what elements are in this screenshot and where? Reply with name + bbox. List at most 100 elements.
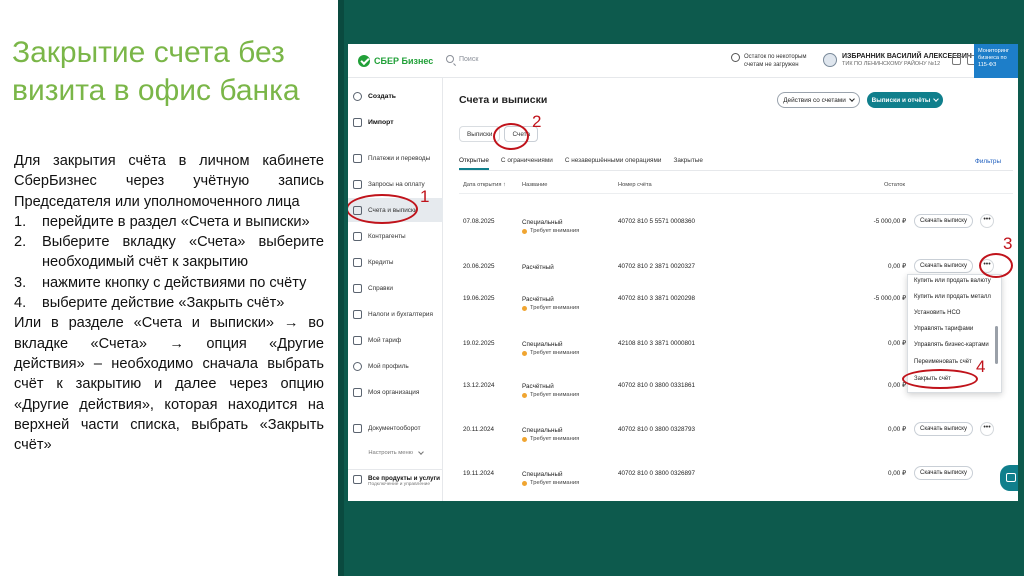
account-actions-label: Действия со счетами [783,96,846,104]
annotation-ring-1 [348,194,418,224]
sidebar-item-tariff[interactable]: Мой тариф [348,328,443,352]
page-title: Счета и выписки [459,94,548,106]
table-row[interactable]: 19.11.2024 Специальный Требует внимания 4… [459,466,1013,500]
sidebar-create[interactable]: Создать [348,84,443,108]
more-actions-button[interactable]: ••• [980,214,994,228]
warning-dot-icon [522,351,527,356]
top-bar: СБЕР Бизнес Поиск Остаток по некоторым с… [348,44,1018,78]
band-divider [338,0,344,576]
sidebar-item-organization[interactable]: Моя организация [348,380,443,404]
table-row[interactable]: 20.11.2024 Специальный Требует внимания 4… [459,422,1013,456]
download-statement-button[interactable]: Скачать выписку [914,259,973,273]
plus-icon [353,91,362,101]
sidebar-item-label: Кредиты [368,258,394,266]
user-icon[interactable] [952,55,961,65]
more-actions-button[interactable]: ••• [980,422,994,436]
chevron-down-icon [933,95,940,102]
filter-restricted[interactable]: С ограничениями [501,157,553,170]
column-name: Название [522,182,548,188]
step-number: 4. [14,295,27,312]
row-date: 19.02.2025 [463,340,495,347]
user-switcher[interactable]: ИЗБРАННИК ВАСИЛИЙ АЛЕКСЕЕВИЧ ТИК ПО ЛЕНИ… [823,52,972,68]
table-row[interactable]: 07.08.2025 Специальный Требует внимания 4… [459,214,1013,248]
all-products-link[interactable]: Все продукты и услуги Подключение и упра… [348,469,443,501]
filter-closed[interactable]: Закрытые [673,157,702,170]
balance-warning: Остаток по некоторым счетам не загружен [731,53,817,69]
account-actions-button[interactable]: Действия со счетами [777,92,860,108]
row-name-cell: Расчётный Требует внимания [522,295,579,313]
credit-icon [353,257,362,267]
status-text: Требует внимания [530,392,580,398]
column-date[interactable]: Дата открытия ↑ [463,182,506,188]
document-flow-icon [353,423,362,433]
warning-dot-icon [522,306,527,311]
search-input[interactable]: Поиск [446,55,478,63]
import-icon [353,117,362,127]
menu-item-set-nso[interactable]: Установить НСО [914,310,960,316]
sidebar-item-label: Запросы на оплату [368,180,425,188]
sber-logo-icon [358,55,370,67]
sidebar-item-counterparties[interactable]: Контрагенты [348,224,443,248]
row-account: 40702 810 3 3871 0020298 [618,295,696,302]
row-name: Специальный [522,341,563,348]
annotation-number-2: 2 [532,112,542,131]
status-text: Требует внимания [530,480,580,486]
customize-menu-link[interactable]: Настроить меню [348,449,443,456]
chat-button[interactable] [1000,465,1018,491]
customize-menu-label: Настроить меню [368,450,414,456]
status-text: Требует внимания [530,436,580,442]
row-name-cell: Расчётный Требует внимания [522,382,579,400]
download-statement-button[interactable]: Скачать выписку [914,214,973,228]
step-3: 3. нажмите кнопку с действиями по счёту [14,273,324,293]
sber-logo[interactable]: СБЕР Бизнес [358,55,433,67]
filter-pending-operations[interactable]: С незавершёнными операциями [565,157,662,170]
instructions-intro: Для закрытия счёта в личном кабинете Сбе… [14,153,324,210]
statements-reports-button[interactable]: Выписки и отчёты [867,92,943,108]
sidebar-item-payments[interactable]: Платежи и переводы [348,146,443,170]
download-statement-button[interactable]: Скачать выписку [914,422,973,436]
status-badge: Требует внимания [522,479,579,488]
organization-emblem-icon [823,53,837,67]
sidebar-item-certificates[interactable]: Справки [348,276,443,300]
row-balance: 0,00 ₽ [887,263,906,270]
menu-item-buy-sell-metal[interactable]: Купить или продать металл [914,294,991,300]
sidebar-item-document-flow[interactable]: Документооборот [348,416,443,440]
sidebar-item-taxes[interactable]: Налоги и бухгалтерия [348,302,443,326]
menu-item-manage-business-cards[interactable]: Управлять бизнес-картами [914,342,989,348]
row-date: 13.12.2024 [463,382,495,389]
promo-banner[interactable]: Мониторинг бизнеса по 115-ФЗ [974,44,1018,78]
all-products-subtitle: Подключение и управление [368,482,430,487]
sidebar-item-label: Платежи и переводы [368,154,431,162]
sidebar-item-label: Моя организация [368,388,420,396]
sidebar-item-profile[interactable]: Мой профиль [348,354,443,378]
filter-open[interactable]: Открытые [459,157,489,170]
row-balance: -5 000,00 ₽ [873,295,906,302]
payments-icon [353,153,362,163]
menu-item-buy-sell-currency[interactable]: Купить или продать валюту [914,278,991,284]
menu-item-rename-account[interactable]: Переименовать счёт [914,359,972,365]
download-statement-button[interactable]: Скачать выписку [914,466,973,480]
status-badge: Требует внимания [522,349,579,358]
sidebar-item-label: Мой тариф [368,336,402,344]
row-balance: 0,00 ₽ [887,470,906,477]
annotation-number-3: 3 [1003,234,1013,253]
sidebar-item-label: Документооборот [368,424,421,432]
filters-link[interactable]: Фильтры [975,158,1001,165]
instructions-steps: 1. перейдите в раздел «Счета и выписки» 2… [14,212,324,313]
logo-text: СБЕР Бизнес [374,56,434,66]
column-account: Номер счёта [618,182,652,188]
instructions-outro: Или в разделе «Счета и выписки» → во вкл… [14,315,324,454]
search-icon [446,55,454,63]
row-name: Расчётный [522,264,554,271]
sidebar-item-credits[interactable]: Кредиты [348,250,443,274]
sidebar-import[interactable]: Импорт [348,110,443,134]
row-account: 42108 810 3 3871 0000801 [618,340,696,347]
menu-item-manage-tariffs[interactable]: Управлять тарифами [914,326,973,332]
menu-scrollbar[interactable] [995,326,998,364]
warning-dot-icon [522,481,527,486]
sidebar-item-label: Контрагенты [368,232,406,240]
column-balance: Остаток [884,182,906,188]
row-name-cell: Специальный Требует внимания [522,218,579,236]
step-text: Выберите вкладку «Счета» выберите необхо… [42,234,324,271]
row-name: Специальный [522,219,563,226]
